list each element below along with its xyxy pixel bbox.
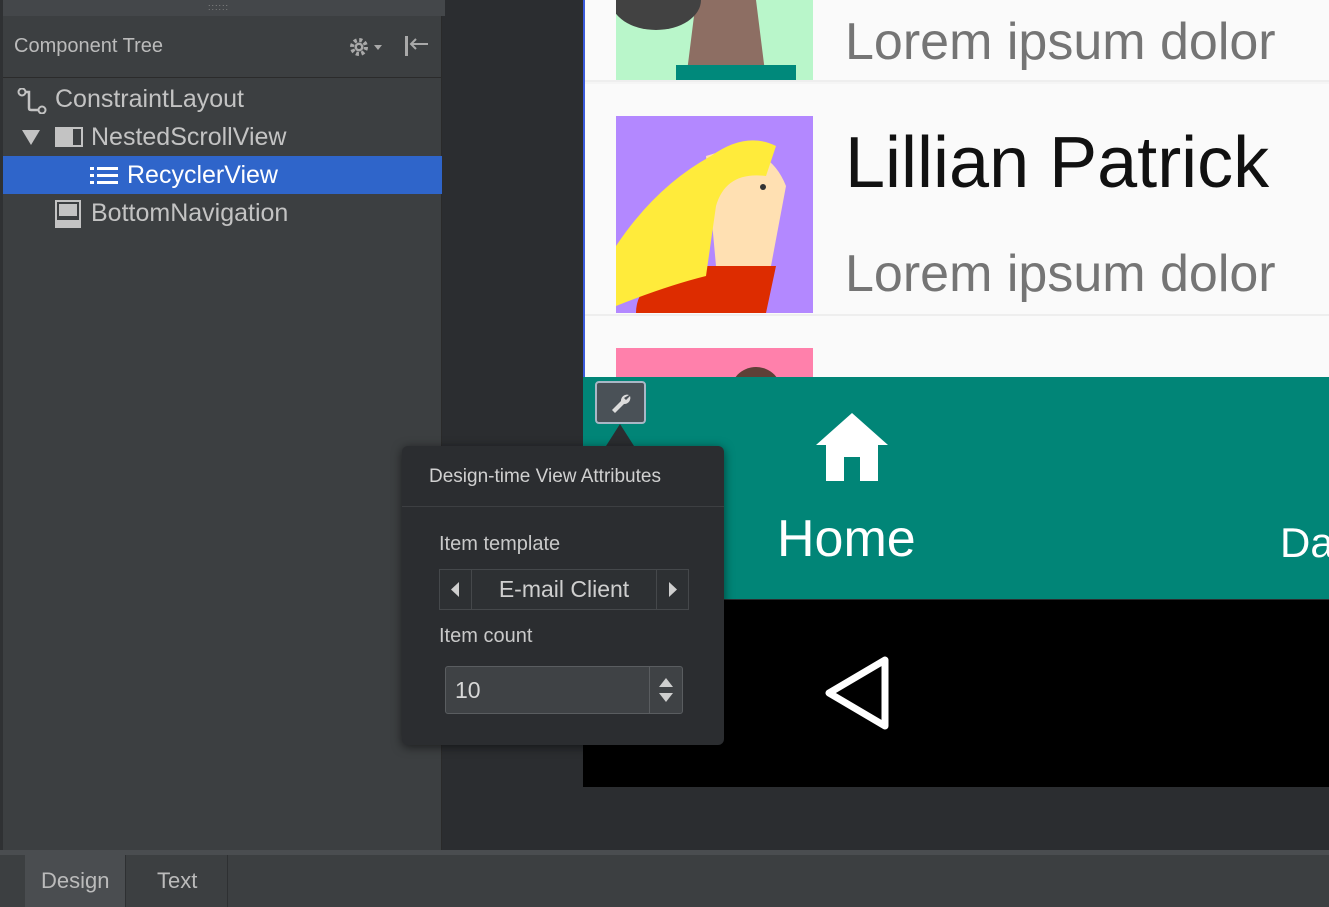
bottom-navigation-icon <box>55 200 81 233</box>
item-template-label: Item template <box>439 533 561 555</box>
design-time-attributes-popover: Design-time View Attributes Item templat… <box>402 446 724 745</box>
component-tree-header: Component Tree <box>3 18 442 78</box>
nav-second-label[interactable]: Da <box>1280 519 1329 567</box>
collapse-panel-icon[interactable] <box>401 32 433 62</box>
tree-item-label: RecyclerView <box>127 161 278 189</box>
tab-text[interactable]: Text <box>125 855 228 907</box>
next-template-button[interactable] <box>656 570 688 609</box>
tree-item-recyclerview[interactable]: RecyclerView <box>3 156 442 194</box>
item-body: Lorem ipsum dolor <box>845 245 1276 303</box>
wrench-icon[interactable] <box>595 381 646 424</box>
tree-item-constraintlayout[interactable]: ConstraintLayout <box>3 80 442 118</box>
item-count-label: Item count <box>439 625 533 647</box>
popover-header: Design-time View Attributes <box>402 446 724 507</box>
list-item[interactable]: Lillian Patrick Lorem ipsum dolor <box>585 84 1329 316</box>
scroll-view-icon <box>55 127 83 152</box>
expand-arrow-icon[interactable] <box>21 128 41 151</box>
item-template-value: E-mail Client <box>498 576 630 602</box>
tree-item-label: ConstraintLayout <box>55 85 245 113</box>
item-count-stepper[interactable] <box>649 667 682 713</box>
item-name: Lillian Patrick <box>845 123 1270 203</box>
tab-design-label: Design <box>41 868 110 893</box>
item-body: Lorem ipsum dolor <box>845 13 1276 71</box>
list-item[interactable]: Lorem ipsum dolor <box>585 0 1329 82</box>
gear-icon[interactable] <box>346 32 386 62</box>
avatar <box>616 116 813 313</box>
list-icon <box>89 165 119 192</box>
panel-resize-grip[interactable]: :::::: <box>3 0 445 16</box>
item-template-picker: E-mail Client <box>439 569 689 610</box>
item-count-field[interactable]: 10 <box>445 666 683 714</box>
popover-arrow <box>606 424 634 446</box>
component-tree-panel: :::::: Component Tree ConstraintLayout N… <box>0 0 445 850</box>
previous-template-button[interactable] <box>440 570 472 609</box>
editor-mode-tabs: Design Text <box>0 850 1329 907</box>
tree-item-nestedscrollview[interactable]: NestedScrollView <box>3 118 442 156</box>
popover-title: Design-time View Attributes <box>429 466 661 487</box>
item-count-value[interactable]: 10 <box>455 677 481 704</box>
tab-design[interactable]: Design <box>25 855 126 907</box>
tab-text-label: Text <box>157 868 198 893</box>
tree-item-label: NestedScrollView <box>91 123 287 151</box>
constraint-layout-icon <box>17 87 49 119</box>
tree-item-label: BottomNavigation <box>91 199 289 227</box>
component-tree-title: Component Tree <box>14 35 163 57</box>
tree-item-bottomnavigation[interactable]: BottomNavigation <box>3 194 442 232</box>
home-icon[interactable] <box>812 411 892 488</box>
avatar <box>616 0 813 80</box>
back-icon[interactable] <box>823 656 893 735</box>
recycler-view-preview: Lorem ipsum dolor Lillian Patrick Lorem … <box>583 0 1329 548</box>
nav-home-label[interactable]: Home <box>777 509 916 569</box>
